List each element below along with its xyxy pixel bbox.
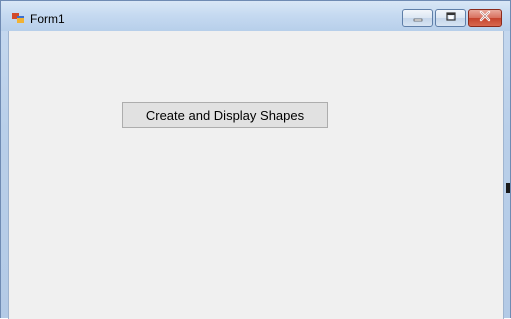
window-title: Form1 — [30, 12, 65, 26]
resize-edge-marker — [506, 183, 510, 193]
minimize-button[interactable] — [402, 9, 433, 27]
form-client-area: Create and Display Shapes — [8, 31, 504, 319]
close-button[interactable] — [468, 9, 502, 27]
maximize-icon — [445, 9, 457, 27]
minimize-icon — [412, 9, 424, 27]
create-and-display-shapes-button[interactable]: Create and Display Shapes — [122, 102, 328, 128]
windows-form-icon[interactable] — [11, 11, 25, 25]
form-window: Form1 Create and Display Shapes — [0, 0, 511, 319]
maximize-button[interactable] — [435, 9, 466, 27]
title-bar[interactable]: Form1 — [1, 1, 510, 31]
close-icon — [478, 9, 492, 27]
